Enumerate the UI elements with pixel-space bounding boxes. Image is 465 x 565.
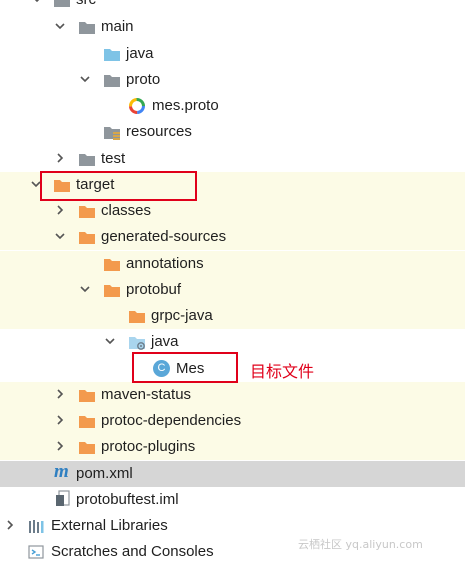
generated-source-folder-icon	[129, 337, 145, 350]
tree-row-resources[interactable]: resources	[0, 119, 465, 145]
tree-row-maven-status[interactable]: maven-status	[0, 382, 465, 408]
target-highlight-box	[40, 171, 197, 201]
folder-icon	[78, 151, 96, 167]
source-folder-icon	[103, 46, 121, 62]
excluded-folder-icon	[78, 387, 96, 403]
tree-row-iml[interactable]: protobuftest.iml	[0, 487, 465, 513]
tree-label: classes	[101, 202, 152, 219]
tree-label: java	[151, 333, 179, 350]
tree-label: mes.proto	[152, 97, 219, 114]
tree-row-mes-proto[interactable]: mes.proto	[0, 93, 465, 119]
tree-label: protobuf	[126, 281, 182, 298]
excluded-folder-icon	[78, 439, 96, 455]
tree-label: grpc-java	[151, 307, 213, 324]
chevron-right-icon[interactable]	[55, 153, 65, 163]
module-file-icon	[56, 490, 70, 506]
tree-row-proto[interactable]: proto	[0, 67, 465, 93]
tree-label: java	[126, 45, 154, 62]
tree-label: src	[76, 0, 96, 9]
tree-row-generated-sources[interactable]: generated-sources	[0, 224, 465, 250]
chevron-right-icon[interactable]	[55, 441, 65, 451]
tree-label: test	[101, 150, 126, 167]
chevron-down-icon[interactable]	[80, 74, 90, 84]
tree-label: protoc-dependencies	[101, 412, 242, 429]
proto-file-icon	[129, 98, 145, 114]
tree-row-protobuf[interactable]: protobuf	[0, 277, 465, 303]
tree-label: generated-sources	[101, 228, 227, 245]
folder-icon	[103, 72, 121, 88]
chevron-down-icon[interactable]	[80, 284, 90, 294]
chevron-down-icon[interactable]	[55, 231, 65, 241]
tree-label: resources	[126, 123, 192, 140]
folder-icon	[53, 0, 71, 8]
tree-label: maven-status	[101, 386, 192, 403]
chevron-down-icon[interactable]	[32, 0, 42, 4]
tree-label: proto	[126, 71, 161, 88]
chevron-down-icon[interactable]	[55, 21, 65, 31]
chevron-right-icon[interactable]	[55, 389, 65, 399]
scratches-icon	[28, 545, 44, 559]
excluded-folder-icon	[78, 229, 96, 245]
tree-label: protoc-plugins	[101, 438, 196, 455]
tree-row-pom-xml[interactable]: m pom.xml	[0, 461, 465, 487]
chevron-down-icon[interactable]	[105, 336, 115, 346]
chevron-right-icon[interactable]	[5, 520, 15, 530]
excluded-folder-icon	[128, 308, 146, 324]
excluded-folder-icon	[78, 203, 96, 219]
tree-row-protoc-plugins[interactable]: protoc-plugins	[0, 434, 465, 460]
tree-label: External Libraries	[51, 517, 168, 534]
tree-label: annotations	[126, 255, 204, 272]
folder-icon	[78, 19, 96, 35]
tree-label: Scratches and Consoles	[51, 543, 214, 560]
library-icon	[29, 520, 44, 533]
maven-icon: m	[54, 461, 69, 482]
tree-label: main	[101, 18, 134, 35]
tree-row-protoc-dependencies[interactable]: protoc-dependencies	[0, 408, 465, 434]
mes-highlight-box	[132, 352, 238, 383]
excluded-folder-icon	[78, 413, 96, 429]
chevron-right-icon[interactable]	[55, 205, 65, 215]
tree-row-classes[interactable]: classes	[0, 198, 465, 224]
resources-folder-icon	[104, 127, 120, 140]
tree-row-test[interactable]: test	[0, 146, 465, 172]
tree-label: protobuftest.iml	[76, 491, 179, 508]
tree-row-grpc-java[interactable]: grpc-java	[0, 303, 465, 329]
tree-row-src[interactable]: src	[0, 0, 465, 13]
excluded-folder-icon	[103, 256, 121, 272]
excluded-folder-icon	[103, 282, 121, 298]
annotation-label: 目标文件	[250, 362, 315, 381]
tree-row-annotations[interactable]: annotations	[0, 251, 465, 277]
watermark: 云栖社区 yq.aliyun.com	[298, 538, 423, 551]
tree-row-java-main[interactable]: java	[0, 41, 465, 67]
chevron-right-icon[interactable]	[55, 415, 65, 425]
tree-label: pom.xml	[76, 465, 133, 482]
tree-row-main[interactable]: main	[0, 14, 465, 40]
